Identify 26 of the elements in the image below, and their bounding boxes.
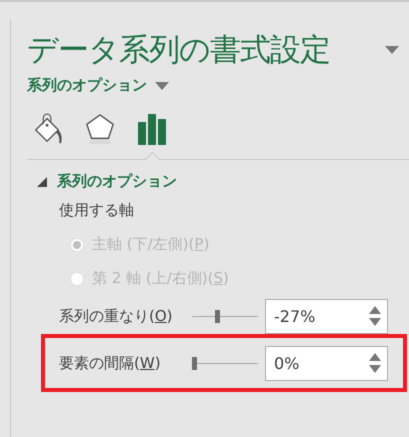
- icon-tab[interactable]: [137, 111, 167, 147]
- paint-bucket-icon: [33, 113, 63, 145]
- slider-thumb[interactable]: [214, 310, 220, 323]
- slider-label: 要素の間隔(W): [59, 354, 162, 372]
- slider-label: 系列の重なり(O): [59, 306, 174, 326]
- spin-field[interactable]: 0%: [265, 346, 388, 380]
- spin-field[interactable]: -27%: [265, 298, 388, 334]
- spin-up-icon[interactable]: [369, 353, 381, 361]
- expand-triangle-icon: [37, 176, 47, 186]
- slider-track[interactable]: [192, 357, 258, 369]
- axis-label: 使用する軸: [59, 201, 134, 220]
- pane-title: データ系列の書式設定: [27, 31, 330, 70]
- spin-down-icon[interactable]: [369, 318, 381, 326]
- slider-track[interactable]: [192, 310, 258, 322]
- options-menu[interactable]: 系列のオプション: [27, 76, 169, 95]
- spin-value: -27%: [274, 306, 316, 326]
- spin-value: 0%: [274, 354, 300, 372]
- bar-chart-icon: [137, 113, 167, 145]
- pentagon-icon: [85, 112, 115, 146]
- caret-icon: [155, 82, 169, 90]
- spin-up-icon[interactable]: [369, 306, 381, 314]
- section-header[interactable]: 系列のオプション: [37, 172, 177, 191]
- slider-thumb[interactable]: [192, 357, 197, 370]
- icon-tab[interactable]: [85, 111, 115, 147]
- spin-down-icon[interactable]: [369, 365, 381, 373]
- dropdown-arrow-icon[interactable]: [385, 46, 399, 54]
